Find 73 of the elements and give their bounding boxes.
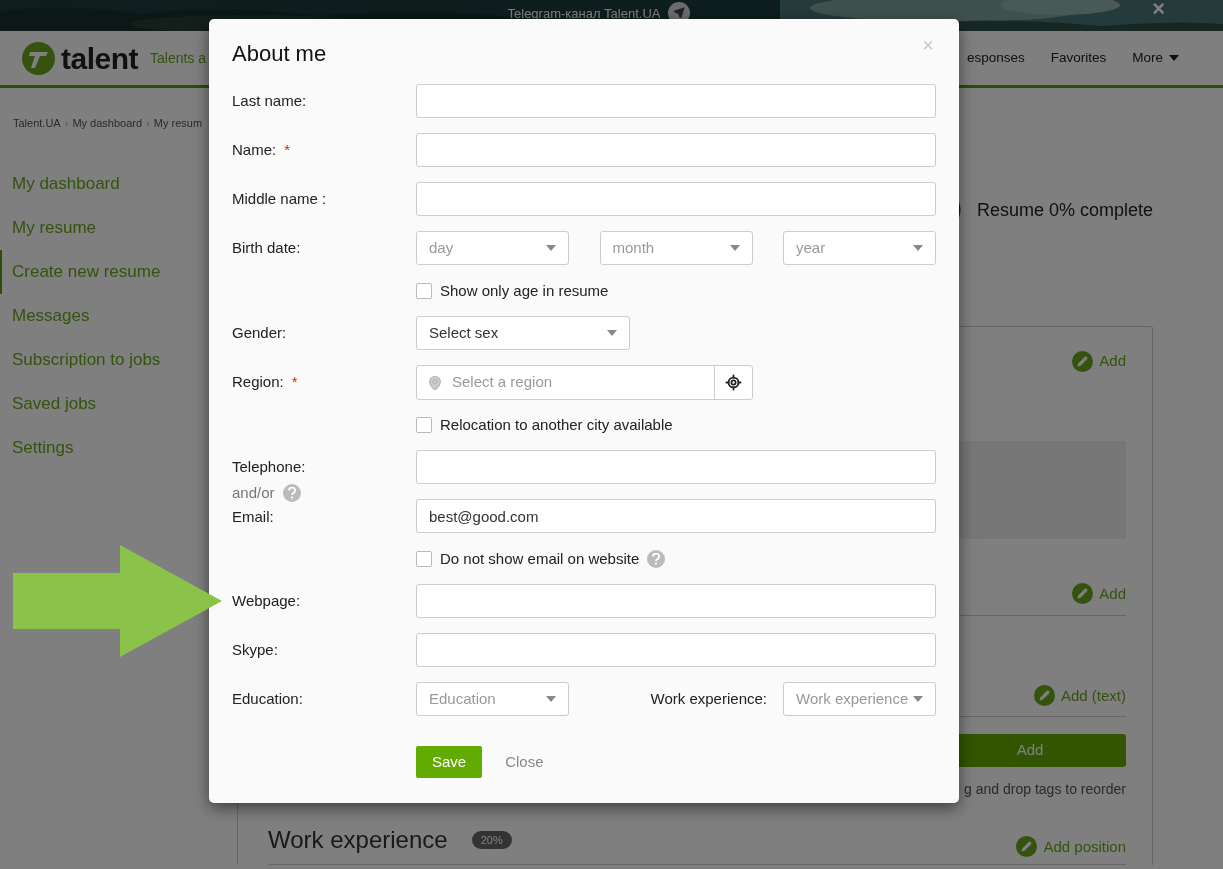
logo-text[interactable]: talent [61, 35, 138, 81]
nav-link[interactable]: esponses [966, 47, 1025, 69]
checkbox-label: Show only age in resume [440, 281, 609, 301]
required-mark: * [291, 372, 298, 393]
required-mark: * [284, 139, 291, 160]
breadcrumb-link[interactable]: My dashboard [72, 114, 143, 132]
field-label: Education: [232, 688, 303, 709]
field-label: Webpage: [232, 590, 301, 611]
percent-badge: 20% [471, 830, 512, 850]
location-pin-icon [427, 374, 443, 391]
input-field[interactable] [416, 584, 936, 618]
save-button[interactable]: Save [416, 746, 483, 778]
field-label: Region: [232, 372, 284, 393]
select-field[interactable]: year [783, 231, 936, 265]
pencil-icon [1072, 350, 1094, 372]
breadcrumb-link[interactable]: Talent.UA [13, 114, 61, 132]
input-field[interactable]: best@good.com [416, 499, 936, 533]
tagline: Talents a [150, 48, 207, 68]
checkbox[interactable] [416, 551, 432, 568]
caret-icon [546, 696, 556, 702]
nav-link[interactable]: More [1132, 47, 1179, 69]
breadcrumb-link[interactable]: My resum [153, 114, 203, 132]
add-link[interactable]: Add position [1016, 835, 1126, 858]
checkbox-label: Relocation to another city available [440, 415, 673, 435]
caret-icon [913, 245, 923, 251]
checkbox[interactable] [416, 417, 432, 434]
input-field[interactable] [416, 84, 936, 118]
add-link[interactable]: Add [1072, 582, 1126, 605]
select-field[interactable]: month [599, 231, 753, 265]
close-icon[interactable]: × [1152, 0, 1165, 18]
field-label: Telephone: [232, 456, 306, 477]
locate-icon [725, 374, 742, 391]
dialog-title: About me [232, 40, 327, 68]
nav-link[interactable]: Favorites [1050, 47, 1107, 69]
field-label: Skype: [232, 639, 278, 660]
pencil-icon [1016, 836, 1038, 858]
select-field[interactable]: Education [416, 682, 569, 716]
field-label: Name: [232, 139, 277, 160]
section-title: Work experience [268, 825, 448, 855]
field-label: Middle name : [232, 188, 327, 209]
checkbox[interactable] [416, 283, 432, 300]
pencil-icon [1072, 583, 1094, 605]
field-note: and/or [232, 482, 275, 503]
pencil-icon [1033, 685, 1055, 707]
input-field[interactable] [416, 182, 936, 216]
add-link[interactable]: Add [1072, 349, 1126, 373]
caret-icon [729, 245, 740, 251]
field-label: Work experience: [650, 688, 767, 709]
progress-text: Resume 0% complete [976, 198, 1153, 222]
input-field[interactable] [416, 450, 936, 484]
field-label: Last name: [232, 90, 307, 111]
select-field[interactable]: Select sex [416, 316, 630, 350]
input-field[interactable] [416, 133, 936, 167]
input-field[interactable] [416, 633, 936, 667]
help-icon[interactable] [282, 483, 301, 502]
field-label: Gender: [232, 322, 287, 343]
close-button[interactable]: Close [502, 746, 547, 778]
region-field[interactable]: Select a region [416, 365, 753, 400]
checkbox-label: Do not show email on website [440, 549, 640, 569]
caret-icon [913, 696, 923, 702]
caret-icon [546, 245, 556, 251]
select-field[interactable]: Work experience [783, 682, 936, 716]
breadcrumb-separator: › [146, 115, 150, 131]
caret-icon [607, 330, 617, 336]
banner-text[interactable]: Telegram-канал Talent.UA [507, 5, 661, 21]
close-icon[interactable]: × [922, 29, 934, 60]
select-field[interactable]: day [416, 231, 569, 265]
help-icon[interactable] [647, 550, 666, 569]
hint-text: g and drop tags to reorder [964, 780, 1126, 799]
field-label: Email: [232, 507, 274, 527]
logo-icon[interactable] [22, 41, 55, 75]
add-link[interactable]: Add (text) [1033, 684, 1126, 707]
breadcrumb-separator: › [64, 115, 69, 131]
